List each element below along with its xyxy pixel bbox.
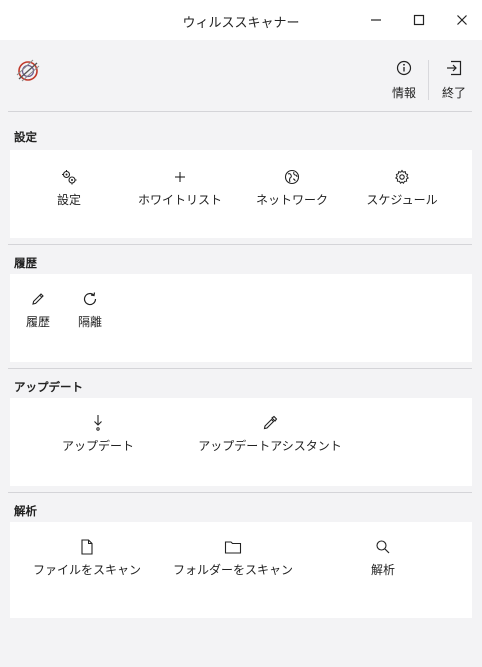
analysis-item-label: 解析 [370, 563, 395, 577]
exit-icon [447, 60, 462, 76]
minimize-icon [371, 19, 381, 21]
plus-icon [175, 172, 185, 182]
file-icon [81, 539, 93, 555]
update-item-label: アップデート [61, 439, 134, 453]
analysis-item-label: ファイルをスキャン [32, 563, 141, 577]
update-panel: アップデート アップデートアシスタント [10, 398, 472, 486]
info-button[interactable]: 情報 [384, 58, 424, 102]
close-button[interactable] [448, 6, 476, 34]
settings-item-label: 設定 [56, 193, 81, 207]
analysis-panel: ファイルをスキャン フォルダーをスキャン 解析 [10, 522, 472, 618]
section-title-update: アップデート [14, 380, 83, 394]
settings-item-label: ホワイトリスト [137, 193, 222, 207]
analysis-item-scan-file[interactable]: ファイルをスキャン [26, 538, 148, 578]
history-item-label: 隔離 [77, 315, 102, 329]
maximize-button[interactable] [405, 6, 433, 34]
globe-icon [284, 169, 300, 185]
gear-icon [395, 169, 409, 184]
search-icon [376, 540, 390, 554]
history-item-quarantine[interactable]: 隔離 [70, 290, 110, 330]
title-bar: ウィルススキャナー [0, 0, 482, 40]
settings-panel: 設定 ホワイトリスト ネットワーク スケジュール [10, 150, 472, 238]
app-logo-icon [14, 56, 42, 84]
toolbar: 情報 終了 [0, 40, 482, 112]
info-label: 情報 [391, 86, 416, 100]
update-item-assistant[interactable]: アップデートアシスタント [196, 414, 344, 454]
settings-item-settings[interactable]: 設定 [38, 168, 100, 208]
section-divider [8, 244, 472, 245]
section-divider [8, 368, 472, 369]
settings-item-label: スケジュール [366, 193, 438, 207]
analysis-item-label: フォルダーをスキャン [172, 563, 293, 577]
section-title-settings: 設定 [14, 130, 37, 144]
history-panel: 履歴 隔離 [10, 274, 472, 362]
pencil-icon [32, 293, 44, 305]
info-icon [396, 60, 412, 76]
folder-icon [224, 541, 242, 554]
gears-icon [62, 170, 77, 185]
exit-label: 終了 [441, 86, 466, 100]
settings-item-schedule[interactable]: スケジュール [358, 168, 446, 208]
exit-button[interactable]: 終了 [434, 58, 474, 102]
settings-item-network[interactable]: ネットワーク [248, 168, 336, 208]
settings-item-whitelist[interactable]: ホワイトリスト [130, 168, 230, 208]
analysis-item-scan-folder[interactable]: フォルダーをスキャン [168, 538, 298, 578]
minimize-button[interactable] [362, 6, 390, 34]
close-icon [457, 15, 467, 25]
download-arrow-icon [94, 415, 102, 431]
refresh-icon [83, 292, 97, 306]
eyedropper-icon [263, 415, 278, 430]
update-item-label: アップデートアシスタント [198, 439, 342, 453]
toolbar-divider-line [8, 111, 472, 112]
settings-item-label: ネットワーク [255, 193, 328, 207]
history-item-history[interactable]: 履歴 [18, 290, 58, 330]
section-title-history: 履歴 [14, 256, 37, 270]
maximize-icon [413, 14, 425, 26]
section-title-analysis: 解析 [14, 504, 37, 518]
section-divider [8, 492, 472, 493]
toolbar-divider [428, 60, 429, 100]
analysis-item-analyze[interactable]: 解析 [356, 538, 410, 578]
history-item-label: 履歴 [25, 315, 50, 329]
update-item-update[interactable]: アップデート [54, 414, 142, 454]
